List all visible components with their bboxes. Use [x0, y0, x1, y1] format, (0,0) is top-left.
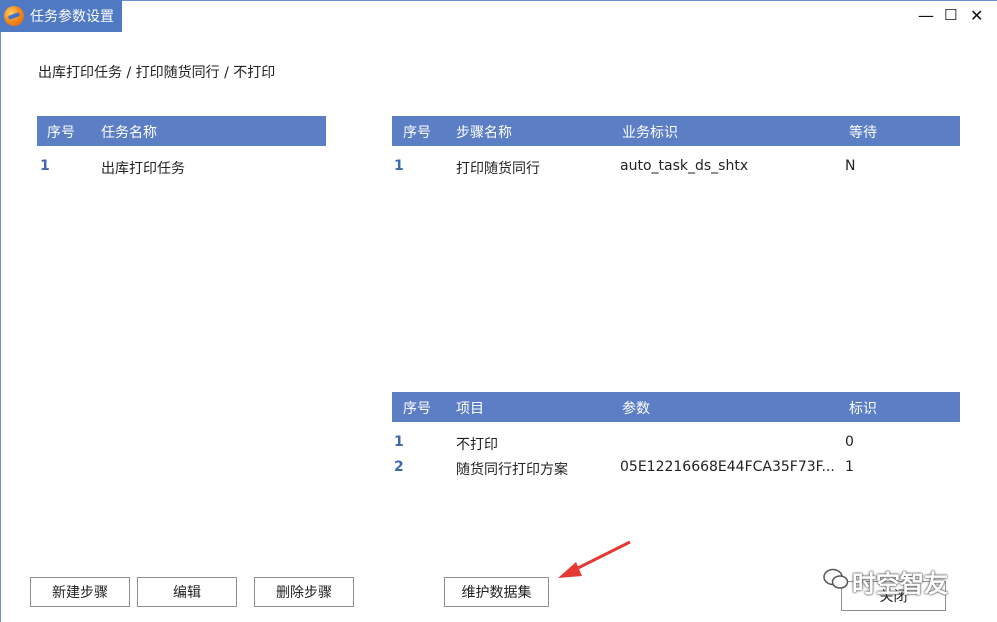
minimize-icon[interactable]: —	[918, 6, 934, 25]
param-flag: 0	[845, 434, 854, 450]
steps-col-name[interactable]: 步骤名称	[456, 122, 512, 142]
app-logo-icon	[4, 6, 24, 26]
watermark-text: 时空智友	[852, 570, 948, 598]
title-tab: 任务参数设置	[0, 0, 122, 32]
steps-col-id[interactable]: 业务标识	[622, 122, 678, 142]
red-arrow-icon	[558, 540, 631, 578]
step-id: auto_task_ds_shtx	[620, 158, 749, 174]
row-index: 1	[40, 158, 50, 174]
edit-button[interactable]: 编辑	[137, 577, 237, 607]
steps-table-header: 序号 步骤名称 业务标识 等待	[392, 116, 960, 146]
wechat-icon	[823, 568, 849, 589]
table-row[interactable]: 1 不打印 0	[392, 432, 960, 454]
steps-col-wait[interactable]: 等待	[849, 122, 877, 142]
tasks-col-index[interactable]: 序号	[47, 122, 75, 142]
params-col-item[interactable]: 项目	[456, 398, 484, 418]
row-index: 1	[394, 434, 404, 450]
param-item: 不打印	[456, 437, 498, 453]
delete-step-button[interactable]: 删除步骤	[254, 577, 354, 607]
task-name: 出库打印任务	[101, 161, 185, 177]
new-step-button[interactable]: 新建步骤	[30, 577, 130, 607]
row-index: 2	[394, 459, 404, 475]
table-row[interactable]: 1 打印随货同行 auto_task_ds_shtx N	[392, 156, 960, 178]
maintain-dataset-button[interactable]: 维护数据集	[444, 577, 549, 607]
tasks-col-name[interactable]: 任务名称	[101, 122, 157, 142]
window-frame	[0, 0, 997, 622]
param-flag: 1	[845, 459, 854, 475]
step-name: 打印随货同行	[456, 161, 540, 177]
breadcrumb: 出库打印任务 / 打印随货同行 / 不打印	[38, 65, 276, 81]
params-col-flag[interactable]: 标识	[849, 398, 877, 418]
params-table-header: 序号 项目 参数 标识	[392, 392, 960, 422]
tasks-table-header: 序号 任务名称	[37, 116, 326, 146]
params-col-index[interactable]: 序号	[403, 398, 431, 418]
table-row[interactable]: 2 随货同行打印方案 05E12216668E44FCA35F73F... 1	[392, 457, 960, 479]
step-wait: N	[845, 158, 856, 174]
maximize-icon[interactable]: ☐	[944, 6, 957, 24]
table-row[interactable]: 1 出库打印任务	[37, 156, 326, 178]
row-index: 1	[394, 158, 404, 174]
close-window-icon[interactable]: ✕	[970, 6, 983, 25]
steps-col-index[interactable]: 序号	[403, 122, 431, 142]
param-value: 05E12216668E44FCA35F73F...	[620, 459, 835, 475]
param-item: 随货同行打印方案	[456, 462, 568, 478]
window-title: 任务参数设置	[30, 9, 114, 25]
params-col-param[interactable]: 参数	[622, 398, 650, 418]
